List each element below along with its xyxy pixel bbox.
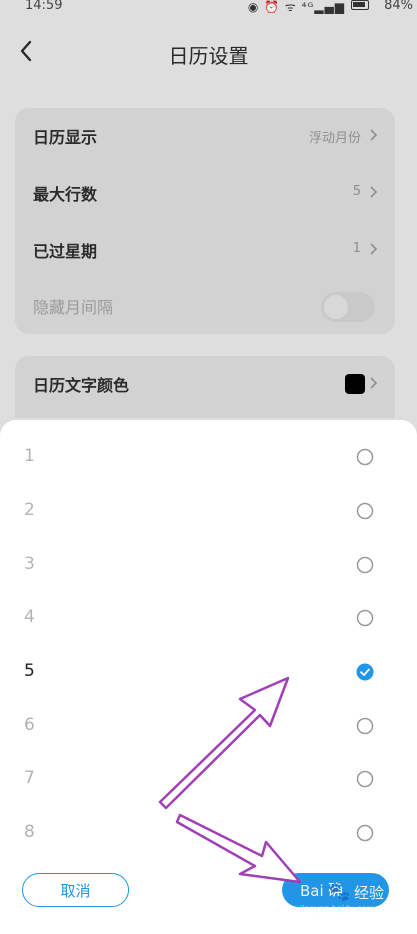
picker-option[interactable]: 8: [0, 802, 417, 856]
page-title: 日历设置: [168, 44, 249, 68]
picker-option[interactable]: 6: [0, 695, 417, 749]
chevron-right-icon: [370, 243, 378, 255]
settings-card-text-color: 日历文字颜色: [15, 356, 395, 418]
picker-option[interactable]: 4: [0, 587, 417, 641]
radio-unchecked-icon[interactable]: [356, 717, 374, 735]
status-bar: 14:59 ◉ ⏰ ᯤ ⁴ᴳ▂▄▆ 84%: [0, 0, 417, 16]
radio-unchecked-icon[interactable]: [356, 556, 374, 574]
row-label: 已过星期: [33, 242, 98, 261]
chevron-right-icon: [370, 129, 378, 141]
hide-month-gap-row: 隐藏月间隔: [15, 278, 395, 334]
chevron-right-icon: [370, 377, 378, 389]
paw-icon: 🐾: [328, 882, 351, 903]
max-rows-picker-sheet: 1 2 3 4 5 6 7 8 取消 确: [0, 420, 417, 934]
chevron-right-icon: [370, 186, 378, 198]
option-label: 4: [24, 607, 35, 627]
header: 日历设置: [0, 28, 417, 78]
row-label: 最大行数: [33, 185, 98, 204]
hide-month-gap-toggle[interactable]: [321, 292, 375, 322]
status-time: 14:59: [25, 0, 63, 13]
toggle-knob: [324, 295, 348, 319]
radio-unchecked-icon[interactable]: [356, 824, 374, 842]
option-label: 6: [24, 715, 35, 735]
radio-checked-icon[interactable]: [356, 663, 374, 681]
max-rows-row[interactable]: 最大行数 5: [15, 165, 395, 221]
option-label: 1: [24, 446, 35, 466]
settings-card-calendar: 日历显示 浮动月份 最大行数 5 已过星期 1 隐藏月间隔: [15, 108, 395, 334]
status-icons: ◉ ⏰ ᯤ ⁴ᴳ▂▄▆: [247, 0, 345, 14]
cancel-button[interactable]: 取消: [22, 873, 129, 907]
picker-option-selected[interactable]: 5: [0, 641, 417, 695]
row-value: 5: [352, 184, 361, 199]
picker-option[interactable]: 3: [0, 534, 417, 588]
row-value: 1: [352, 241, 361, 256]
radio-unchecked-icon[interactable]: [356, 609, 374, 627]
option-label: 2: [24, 500, 35, 520]
text-color-row[interactable]: 日历文字颜色: [15, 356, 395, 412]
radio-unchecked-icon[interactable]: [356, 502, 374, 520]
radio-unchecked-icon[interactable]: [356, 448, 374, 466]
watermark-text2: 经验: [354, 884, 385, 902]
row-label: 日历显示: [33, 128, 98, 147]
picker-option[interactable]: 7: [0, 748, 417, 802]
option-label: 5: [24, 661, 35, 681]
row-value: 浮动月份: [308, 131, 361, 146]
battery-level: 84%: [384, 0, 413, 13]
row-label: 隐藏月间隔: [33, 298, 114, 317]
watermark-text: Bai: [300, 882, 324, 900]
calendar-display-row[interactable]: 日历显示 浮动月份: [15, 108, 395, 164]
picker-option[interactable]: 1: [0, 426, 417, 480]
row-label: 日历文字颜色: [33, 376, 130, 395]
option-label: 3: [24, 554, 35, 574]
radio-unchecked-icon[interactable]: [356, 770, 374, 788]
option-label: 8: [24, 822, 35, 842]
option-label: 7: [24, 768, 35, 788]
battery-icon: [351, 0, 369, 10]
watermark-logo: Bai 🐾 经验 jingyan.baidu.com: [300, 880, 410, 920]
color-swatch: [345, 374, 365, 394]
picker-option[interactable]: 2: [0, 480, 417, 534]
watermark-subtext: jingyan.baidu.com: [300, 904, 374, 913]
past-weeks-row[interactable]: 已过星期 1: [15, 222, 395, 278]
